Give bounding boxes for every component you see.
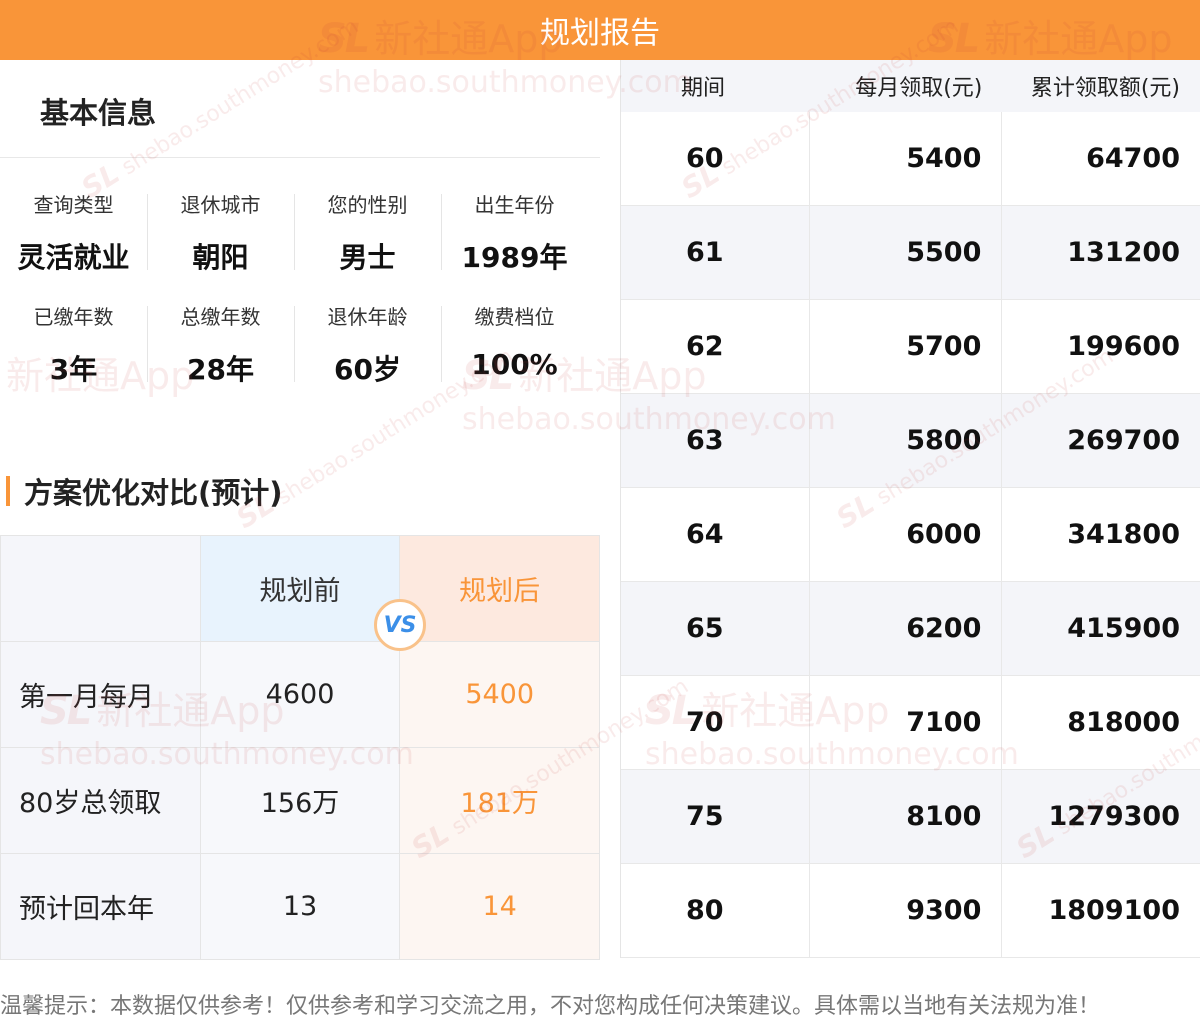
page-header: 规划报告 (0, 0, 1200, 60)
info-retire-city: 退休城市 朝阳 (147, 190, 294, 274)
period-cell: 75 (621, 770, 810, 863)
column-header-cumulative: 累计领取额(元) (1030, 76, 1180, 101)
cumulative-cell: 64700 (1086, 143, 1180, 174)
info-value: 3年 (49, 353, 98, 386)
monthly-cell: 5800 (810, 394, 1003, 487)
before-header: 规划前 (200, 536, 401, 642)
info-label: 查询类型 (33, 193, 114, 217)
info-gender: 您的性别 男士 (294, 190, 441, 274)
table-row: 61 5500 131200 (621, 206, 1200, 300)
monthly-cell: 9300 (810, 864, 1003, 957)
info-row: 已缴年数 3年 总缴年数 28年 退休年龄 60岁 缴费档位 100% (0, 302, 588, 386)
cumulative-cell: 415900 (1067, 613, 1180, 644)
monthly-cell: 6200 (810, 582, 1003, 675)
table-row: 64 6000 341800 (621, 488, 1200, 582)
table-row: 75 8100 1279300 (621, 770, 1200, 864)
comparison-corner-cell (1, 536, 201, 642)
info-value: 1989年 (461, 241, 568, 274)
period-cell: 64 (621, 488, 810, 581)
info-label: 您的性别 (327, 193, 408, 217)
info-label: 已缴年数 (33, 305, 114, 329)
info-contribution-level: 缴费档位 100% (441, 302, 588, 382)
info-value: 男士 (339, 241, 396, 274)
disclaimer-footer: 温馨提示：本数据仅供参考！仅供参考和学习交流之用，不对您构成任何决策建议。具体需… (0, 994, 1101, 1019)
period-cell: 61 (621, 206, 810, 299)
info-value: 灵活就业 (17, 241, 130, 274)
table-row: 80 9300 1809100 (621, 864, 1200, 958)
divider (0, 157, 600, 158)
comparison-heading: 方案优化对比(预计) (6, 470, 283, 512)
info-total-years: 总缴年数 28年 (147, 302, 294, 386)
monthly-cell: 5500 (810, 206, 1003, 299)
cumulative-cell: 199600 (1067, 331, 1180, 362)
table-row: 63 5800 269700 (621, 394, 1200, 488)
comparison-title: 方案优化对比(预计) (24, 476, 283, 510)
comparison-header-row: 规划前 规划后 (1, 536, 600, 642)
info-value: 朝阳 (192, 241, 249, 274)
after-value: 14 (400, 854, 600, 960)
accent-bar (6, 476, 10, 506)
payout-table-body: 60 5400 64700 61 5500 131200 62 5700 199600 63 580… (621, 112, 1200, 958)
info-value: 100% (471, 348, 558, 381)
after-value: 181万 (400, 748, 600, 854)
comparison-table: 规划前 规划后 第一月每月 4600 5400 80岁总领取 156万 181万… (0, 535, 600, 960)
column-header-monthly: 每月领取(元) (855, 76, 983, 101)
cumulative-cell: 818000 (1067, 707, 1180, 738)
info-row: 查询类型 灵活就业 退休城市 朝阳 您的性别 男士 出生年份 1989年 (0, 190, 588, 274)
period-cell: 62 (621, 300, 810, 393)
monthly-cell: 8100 (810, 770, 1003, 863)
period-cell: 60 (621, 112, 810, 205)
monthly-cell: 5700 (810, 300, 1003, 393)
basic-info-grid: 查询类型 灵活就业 退休城市 朝阳 您的性别 男士 出生年份 1989年 已缴年… (0, 190, 588, 414)
basic-info-title: 基本信息 (40, 96, 157, 130)
period-cell: 63 (621, 394, 810, 487)
info-query-type: 查询类型 灵活就业 (0, 190, 147, 274)
period-cell: 65 (621, 582, 810, 675)
comparison-row-label: 预计回本年 (1, 854, 201, 960)
column-header-period: 期间 (681, 76, 726, 101)
before-value: 13 (200, 854, 401, 960)
period-cell: 70 (621, 676, 810, 769)
page-title: 规划报告 (540, 16, 660, 51)
table-row: 70 7100 818000 (621, 676, 1200, 770)
payout-table-header: 期间 每月领取(元) 累计领取额(元) (621, 60, 1200, 112)
table-row: 62 5700 199600 (621, 300, 1200, 394)
monthly-cell: 7100 (810, 676, 1003, 769)
comparison-row: 预计回本年 13 14 (1, 854, 600, 960)
table-row: 65 6200 415900 (621, 582, 1200, 676)
vs-badge-icon: VS (374, 599, 426, 651)
info-label: 出生年份 (474, 193, 555, 217)
cumulative-cell: 1279300 (1048, 801, 1180, 832)
before-value: 4600 (200, 642, 401, 748)
after-header: 规划后 (400, 536, 600, 642)
comparison-row-label: 第一月每月 (1, 642, 201, 748)
monthly-cell: 5400 (810, 112, 1003, 205)
info-value: 28年 (187, 353, 254, 386)
cumulative-cell: 341800 (1067, 519, 1180, 550)
info-label: 缴费档位 (474, 305, 555, 329)
info-value: 60岁 (334, 353, 401, 386)
before-value: 156万 (200, 748, 401, 854)
comparison-row-label: 80岁总领取 (1, 748, 201, 854)
cumulative-cell: 1809100 (1048, 895, 1180, 926)
info-birth-year: 出生年份 1989年 (441, 190, 588, 274)
payout-table: 期间 每月领取(元) 累计领取额(元) 60 5400 64700 61 5500 131… (620, 60, 1200, 958)
comparison-row: 第一月每月 4600 5400 (1, 642, 600, 748)
after-value: 5400 (400, 642, 600, 748)
monthly-cell: 6000 (810, 488, 1003, 581)
table-row: 60 5400 64700 (621, 112, 1200, 206)
info-paid-years: 已缴年数 3年 (0, 302, 147, 386)
comparison-row: 80岁总领取 156万 181万 (1, 748, 600, 854)
info-label: 退休年龄 (327, 305, 408, 329)
info-retire-age: 退休年龄 60岁 (294, 302, 441, 386)
period-cell: 80 (621, 864, 810, 957)
cumulative-cell: 269700 (1067, 425, 1180, 456)
cumulative-cell: 131200 (1067, 237, 1180, 268)
info-label: 总缴年数 (180, 305, 261, 329)
info-label: 退休城市 (180, 193, 261, 217)
